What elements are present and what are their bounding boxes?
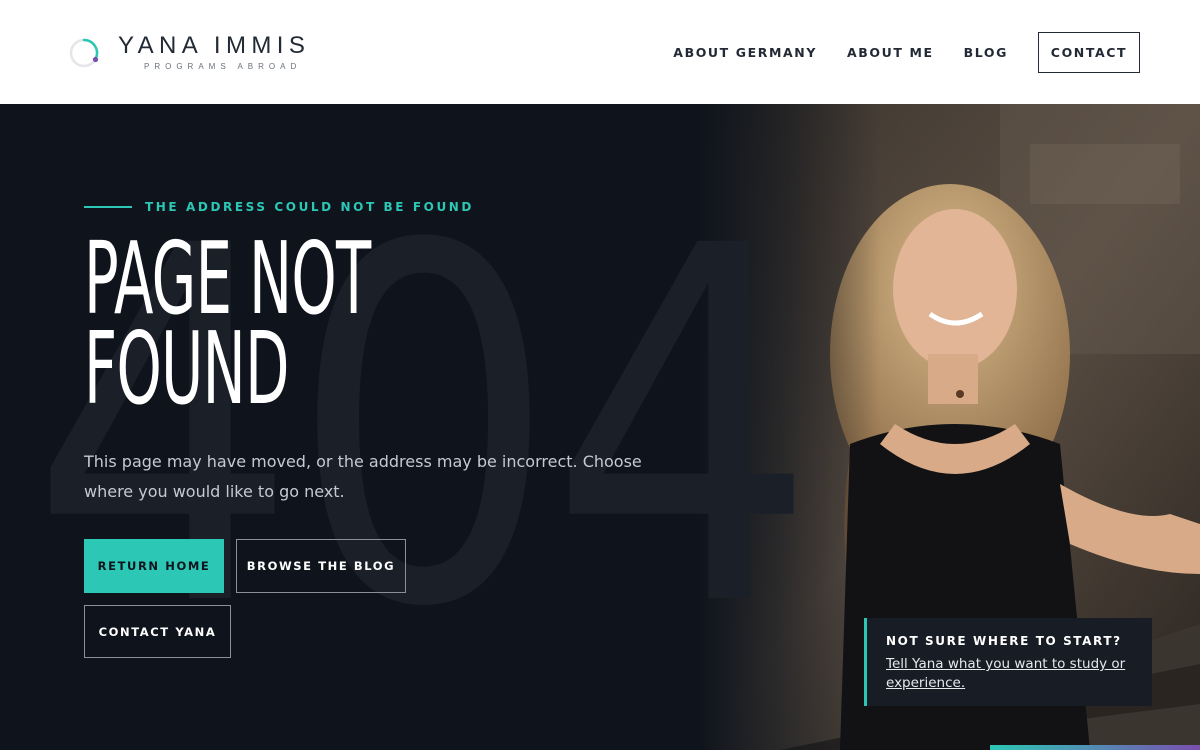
logo-name: YANA IMMIS bbox=[118, 32, 311, 59]
help-card: NOT SURE WHERE TO START? Tell Yana what … bbox=[864, 618, 1152, 706]
nav-about-me[interactable]: ABOUT ME bbox=[847, 45, 934, 60]
eyebrow: THE ADDRESS COULD NOT BE FOUND bbox=[84, 200, 474, 214]
nav-blog[interactable]: BLOG bbox=[964, 45, 1008, 60]
title-line-2: FOUND bbox=[84, 310, 289, 427]
help-card-link[interactable]: Tell Yana what you want to study or expe… bbox=[886, 655, 1136, 693]
return-home-button[interactable]: RETURN HOME bbox=[84, 539, 224, 593]
accent-bar bbox=[990, 745, 1200, 750]
hero-section: 404 THE ADDRESS COULD NOT BE FOUND PAGE … bbox=[0, 104, 1200, 750]
logo-tagline: PROGRAMS ABROAD bbox=[144, 62, 302, 71]
site-header: YANA IMMIS PROGRAMS ABROAD ABOUT GERMANY… bbox=[0, 0, 1200, 104]
logo-ring-icon bbox=[68, 37, 100, 69]
site-logo[interactable]: YANA IMMIS PROGRAMS ABROAD bbox=[68, 34, 310, 71]
contact-yana-button[interactable]: CONTACT YANA bbox=[84, 605, 231, 658]
nav-contact-button[interactable]: CONTACT bbox=[1038, 32, 1140, 73]
nav-about-germany[interactable]: ABOUT GERMANY bbox=[673, 45, 817, 60]
browse-blog-button[interactable]: BROWSE THE BLOG bbox=[236, 539, 406, 593]
help-card-title: NOT SURE WHERE TO START? bbox=[886, 634, 1122, 648]
eyebrow-line bbox=[84, 206, 132, 208]
main-nav: ABOUT GERMANY ABOUT ME BLOG CONTACT bbox=[673, 32, 1140, 73]
page-description: This page may have moved, or the address… bbox=[84, 452, 642, 501]
page-title: PAGE NOT FOUND bbox=[84, 229, 532, 419]
eyebrow-text: THE ADDRESS COULD NOT BE FOUND bbox=[145, 200, 474, 214]
